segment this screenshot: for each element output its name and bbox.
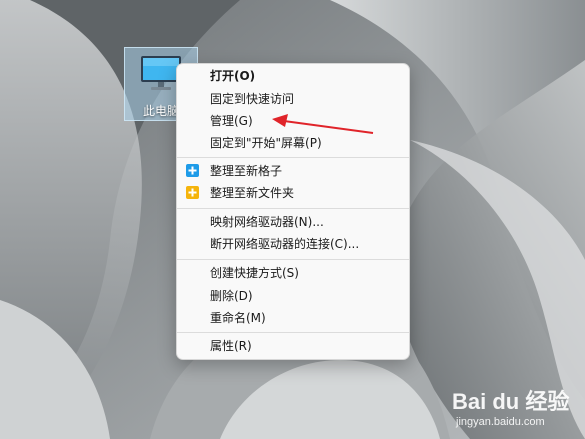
menu-item-label: 断开网络驱动器的连接(C)... — [210, 237, 360, 251]
menu-item-label: 删除(D) — [210, 289, 253, 303]
menu-item-manage[interactable]: 管理(G) — [181, 110, 405, 132]
menu-separator — [177, 157, 409, 158]
menu-separator — [177, 208, 409, 209]
menu-item-pin-start[interactable]: 固定到"开始"屏幕(P) — [181, 132, 405, 154]
watermark-url: jingyan.baidu.com — [456, 416, 545, 428]
menu-item-label: 打开(O) — [210, 69, 256, 83]
menu-item-label: 整理至新文件夹 — [210, 186, 295, 200]
watermark-logo: Bai du 经验 — [452, 389, 570, 414]
desktop: 此电脑 打开(O) 固定到快速访问 管理(G) 固定到"开始"屏幕(P) 整理至… — [0, 0, 585, 439]
menu-separator — [177, 332, 409, 333]
menu-item-disconnect-network-drive[interactable]: 断开网络驱动器的连接(C)... — [181, 233, 405, 255]
menu-item-label: 整理至新格子 — [210, 164, 283, 178]
menu-item-new-folder[interactable]: 整理至新文件夹 — [181, 182, 405, 204]
menu-item-rename[interactable]: 重命名(M) — [181, 307, 405, 329]
menu-item-label: 属性(R) — [210, 339, 252, 353]
menu-item-new-grid[interactable]: 整理至新格子 — [181, 160, 405, 182]
menu-item-open[interactable]: 打开(O) — [181, 65, 405, 87]
menu-item-label: 固定到快速访问 — [210, 92, 295, 106]
menu-item-delete[interactable]: 删除(D) — [181, 285, 405, 307]
menu-item-properties[interactable]: 属性(R) — [181, 335, 405, 357]
menu-item-pin-quick-access[interactable]: 固定到快速访问 — [181, 88, 405, 110]
menu-item-label: 固定到"开始"屏幕(P) — [210, 136, 322, 150]
menu-item-label: 映射网络驱动器(N)... — [210, 215, 324, 229]
menu-separator — [177, 259, 409, 260]
yellow-folder-plus-icon — [186, 186, 199, 199]
blue-plus-icon — [186, 164, 199, 177]
menu-item-create-shortcut[interactable]: 创建快捷方式(S) — [181, 262, 405, 284]
menu-item-label: 重命名(M) — [210, 311, 266, 325]
menu-item-map-network-drive[interactable]: 映射网络驱动器(N)... — [181, 211, 405, 233]
menu-item-label: 管理(G) — [210, 114, 253, 128]
context-menu: 打开(O) 固定到快速访问 管理(G) 固定到"开始"屏幕(P) 整理至新格子 — [176, 63, 410, 360]
menu-item-label: 创建快捷方式(S) — [210, 266, 299, 280]
baidu-jingyan-watermark: Bai du 经验 jingyan.baidu.com — [452, 384, 580, 434]
